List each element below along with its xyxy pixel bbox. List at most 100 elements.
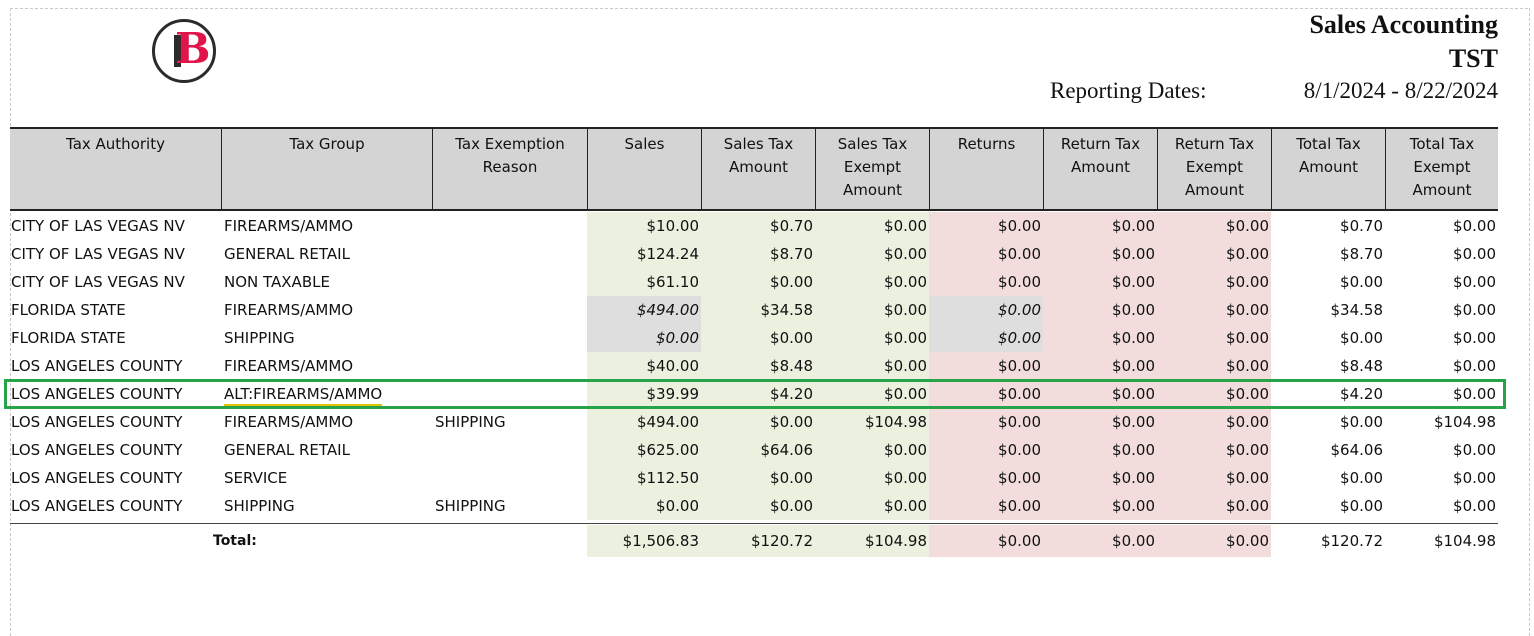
cell-returns: $0.00 — [929, 492, 1043, 520]
cell-total-tax-amount: $64.06 — [1330, 441, 1384, 459]
table-row: CITY OF LAS VEGAS NV NON TAXABLE $61.10 $0.… — [10, 268, 1498, 296]
cell-sales: $10.00 — [587, 212, 701, 240]
total-total-tax-amount: $120.72 — [1320, 532, 1383, 550]
cell-tax-group: GENERAL RETAIL — [224, 245, 350, 263]
total-returns: $0.00 — [929, 525, 1043, 557]
header-total-tax-exempt-amount: Total Tax Exempt Amount — [1385, 129, 1498, 209]
cell-return-tax-amount: $0.00 — [1043, 212, 1157, 240]
header-tax-exemption-reason: Tax Exemption Reason — [432, 129, 587, 209]
cell-sales-tax-amount: $64.06 — [701, 436, 815, 464]
cell-total-tax-amount: $0.00 — [1340, 413, 1383, 431]
table-row: LOS ANGELES COUNTY FIREARMS/AMMO $40.00 $8.… — [10, 352, 1498, 380]
cell-sales-tax-exempt-amount: $0.00 — [815, 352, 929, 380]
cell-total-tax-exempt-amount: $0.00 — [1453, 273, 1496, 291]
table-row: FLORIDA STATE FIREARMS/AMMO $494.00 $34.58 $… — [10, 296, 1498, 324]
total-return-tax-exempt-amount: $0.00 — [1157, 525, 1271, 557]
cell-return-tax-amount: $0.00 — [1043, 464, 1157, 492]
cell-tax-group: FIREARMS/AMMO — [224, 413, 354, 431]
cell-sales-tax-exempt-amount: $0.00 — [815, 324, 929, 352]
cell-sales-tax-amount: $0.00 — [701, 268, 815, 296]
cell-total-tax-exempt-amount: $0.00 — [1453, 217, 1496, 235]
total-return-tax-amount: $0.00 — [1043, 525, 1157, 557]
cell-return-tax-amount: $0.00 — [1043, 268, 1157, 296]
cell-total-tax-amount: $8.48 — [1340, 357, 1383, 375]
company-logo: B — [152, 19, 216, 83]
cell-total-tax-exempt-amount: $0.00 — [1453, 301, 1496, 319]
cell-return-tax-exempt-amount: $0.00 — [1157, 268, 1271, 296]
cell-tax-exemption-reason — [432, 268, 587, 296]
cell-tax-authority: FLORIDA STATE — [11, 301, 126, 319]
cell-tax-exemption-reason: SHIPPING — [435, 413, 506, 431]
cell-sales: $40.00 — [587, 352, 701, 380]
cell-return-tax-exempt-amount: $0.00 — [1157, 408, 1271, 436]
cell-sales-tax-amount: $0.70 — [701, 212, 815, 240]
cell-returns: $0.00 — [929, 324, 1043, 352]
cell-sales-tax-exempt-amount: $104.98 — [815, 408, 929, 436]
cell-sales-tax-amount: $8.70 — [701, 240, 815, 268]
cell-return-tax-exempt-amount: $0.00 — [1157, 296, 1271, 324]
cell-tax-exemption-reason — [432, 352, 587, 380]
header-returns: Returns — [929, 129, 1043, 209]
cell-tax-group: FIREARMS/AMMO — [224, 301, 354, 319]
cell-sales-tax-amount: $34.58 — [701, 296, 815, 324]
cell-return-tax-amount: $0.00 — [1043, 352, 1157, 380]
cell-tax-authority: CITY OF LAS VEGAS NV — [11, 273, 185, 291]
highlighted-row-box — [4, 379, 1506, 409]
cell-sales: $625.00 — [587, 436, 701, 464]
cell-tax-group: SHIPPING — [224, 497, 295, 515]
cell-total-tax-exempt-amount: $0.00 — [1453, 329, 1496, 347]
header-tax-authority: Tax Authority — [66, 135, 165, 153]
cell-sales: $124.24 — [587, 240, 701, 268]
table-row: LOS ANGELES COUNTY GENERAL RETAIL $625.00 $… — [10, 436, 1498, 464]
cell-sales-tax-amount: $0.00 — [701, 408, 815, 436]
total-total-tax-exempt-amount: $104.98 — [1433, 532, 1496, 550]
table-row: CITY OF LAS VEGAS NV GENERAL RETAIL $124.2… — [10, 240, 1498, 268]
page-edge-right — [1529, 8, 1530, 636]
cell-total-tax-amount: $0.00 — [1340, 273, 1383, 291]
cell-return-tax-amount: $0.00 — [1043, 296, 1157, 324]
cell-tax-exemption-reason — [432, 464, 587, 492]
cell-sales: $0.00 — [587, 492, 701, 520]
report-page: B Sales Accounting TST Reporting Dates: … — [0, 0, 1534, 636]
logo-letter: B — [175, 24, 211, 73]
total-separator — [10, 523, 1498, 524]
cell-total-tax-amount: $0.00 — [1340, 329, 1383, 347]
cell-sales-tax-exempt-amount: $0.00 — [815, 240, 929, 268]
cell-total-tax-exempt-amount: $0.00 — [1453, 497, 1496, 515]
cell-tax-authority: FLORIDA STATE — [11, 329, 126, 347]
table-row: CITY OF LAS VEGAS NV FIREARMS/AMMO $10.00 $… — [10, 212, 1498, 240]
cell-sales: $494.00 — [587, 296, 701, 324]
cell-returns: $0.00 — [929, 436, 1043, 464]
cell-tax-exemption-reason — [432, 212, 587, 240]
cell-total-tax-exempt-amount: $0.00 — [1453, 357, 1496, 375]
cell-return-tax-exempt-amount: $0.00 — [1157, 464, 1271, 492]
cell-tax-authority: LOS ANGELES COUNTY — [11, 357, 183, 375]
header-sales-tax-exempt-amount: Sales Tax Exempt Amount — [815, 129, 929, 209]
cell-sales-tax-exempt-amount: $0.00 — [815, 296, 929, 324]
cell-tax-exemption-reason — [432, 240, 587, 268]
cell-tax-exemption-reason: SHIPPING — [435, 497, 506, 515]
cell-sales: $112.50 — [587, 464, 701, 492]
header-total-tax-amount: Total Tax Amount — [1271, 129, 1385, 209]
cell-sales-tax-exempt-amount: $0.00 — [815, 212, 929, 240]
cell-total-tax-exempt-amount: $0.00 — [1453, 441, 1496, 459]
total-label: Total: — [213, 533, 257, 549]
cell-return-tax-exempt-amount: $0.00 — [1157, 492, 1271, 520]
header-sales-tax-amount: Sales Tax Amount — [701, 129, 815, 209]
header-return-tax-exempt-amount: Return Tax Exempt Amount — [1157, 129, 1271, 209]
cell-tax-authority: CITY OF LAS VEGAS NV — [11, 217, 185, 235]
cell-returns: $0.00 — [929, 240, 1043, 268]
cell-total-tax-amount: $0.00 — [1340, 469, 1383, 487]
reporting-dates-value: 8/1/2024 - 8/22/2024 — [1303, 78, 1498, 103]
cell-tax-exemption-reason — [432, 296, 587, 324]
cell-total-tax-exempt-amount: $0.00 — [1453, 469, 1496, 487]
table-row: LOS ANGELES COUNTY SERVICE $112.50 $0.00 $0.… — [10, 464, 1498, 492]
cell-total-tax-amount: $0.70 — [1340, 217, 1383, 235]
cell-return-tax-amount: $0.00 — [1043, 436, 1157, 464]
cell-tax-exemption-reason — [432, 436, 587, 464]
report-title: Sales Accounting — [1309, 10, 1498, 39]
cell-sales-tax-exempt-amount: $0.00 — [815, 492, 929, 520]
cell-sales: $0.00 — [587, 324, 701, 352]
reporting-dates-label: Reporting Dates: — [1050, 78, 1207, 103]
cell-returns: $0.00 — [929, 296, 1043, 324]
